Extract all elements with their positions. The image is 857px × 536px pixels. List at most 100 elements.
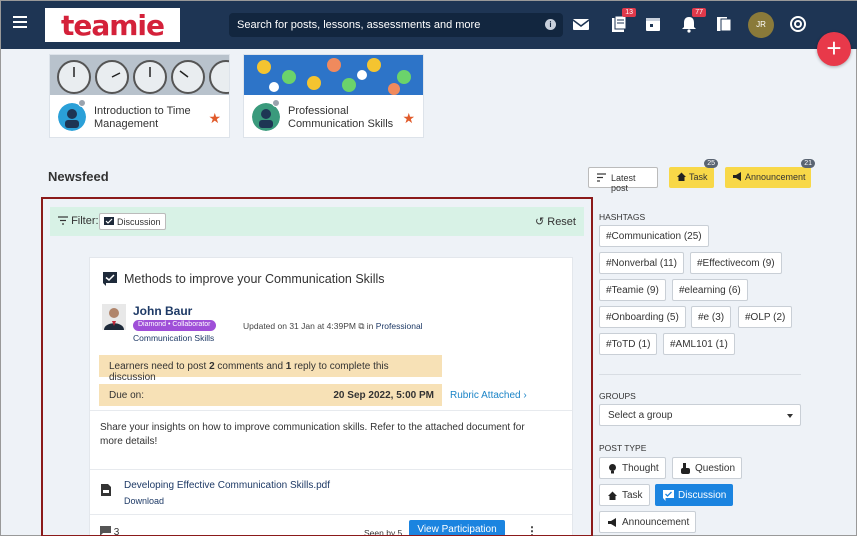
hashtag-chip[interactable]: #AML101 (1) xyxy=(663,333,735,355)
post-type-label: Discussion xyxy=(678,490,727,501)
lessons-badge: 13 xyxy=(622,8,636,17)
rubric-link[interactable]: Rubric Attached › xyxy=(450,390,527,401)
updated-label: Updated on 31 Jan at 4:39PM xyxy=(243,321,356,331)
calendar-icon[interactable] xyxy=(644,15,662,33)
in-text: in xyxy=(366,321,374,331)
task-filter-button[interactable]: Task 25 xyxy=(669,159,718,188)
post-type-thought[interactable]: Thought xyxy=(599,457,666,479)
hashtags-heading: HASHTAGS xyxy=(599,212,646,222)
discussion-icon xyxy=(104,217,114,225)
post-type-label: Thought xyxy=(622,463,659,474)
caret-down-icon xyxy=(787,414,793,418)
download-link[interactable]: Download xyxy=(124,496,164,506)
announcement-label: Announcement xyxy=(745,172,806,182)
post-type-heading: POST TYPE xyxy=(599,443,647,453)
sort-icon xyxy=(597,173,606,182)
announcement-count-badge: 21 xyxy=(801,159,815,168)
role-badge: Diamond • Collaborator xyxy=(133,320,216,331)
menu-icon[interactable] xyxy=(13,16,27,30)
hashtag-chip[interactable]: #ToTD (1) xyxy=(599,333,658,355)
course-title[interactable]: Introduction to Time Management xyxy=(94,105,204,131)
status-dot xyxy=(272,99,280,107)
view-participation-button[interactable]: View Participation xyxy=(409,520,505,535)
filter-label: Filter: xyxy=(58,215,99,227)
req-mid: comments and xyxy=(214,361,286,372)
search-placeholder: Search for posts, lessons, assessments a… xyxy=(237,19,481,31)
course-banner-stopwatches xyxy=(50,55,229,95)
due-date-bar: Due on: 20 Sep 2022, 5:00 PM xyxy=(99,384,442,406)
megaphone-icon xyxy=(608,518,616,527)
home-icon xyxy=(677,172,686,181)
external-link-icon[interactable]: ⧉ xyxy=(358,321,364,331)
lessons-icon[interactable]: 13 xyxy=(610,8,636,33)
post-type-label: Announcement xyxy=(622,517,690,528)
comments-count[interactable]: 3 xyxy=(100,526,120,536)
reset-icon: ↺ xyxy=(534,216,545,228)
divider xyxy=(90,469,572,470)
rubric-label: Rubric Attached xyxy=(450,390,521,401)
post-title[interactable]: Methods to improve your Communication Sk… xyxy=(124,272,385,286)
post-type-announcement[interactable]: Announcement xyxy=(599,511,697,533)
group-link[interactable]: Professional xyxy=(376,321,423,331)
course-card[interactable]: Professional Communication Skills ★ xyxy=(243,54,424,138)
course-avatar xyxy=(58,103,86,131)
divider xyxy=(90,514,572,515)
hashtag-chip[interactable]: #elearning (6) xyxy=(672,279,748,301)
logo-text: teamie xyxy=(60,8,165,42)
post-description: Share your insights on how to improve co… xyxy=(100,422,525,447)
author-avatar[interactable] xyxy=(102,304,126,330)
latest-post-label: Latest post xyxy=(611,173,636,193)
user-avatar[interactable]: JR xyxy=(748,12,774,38)
more-options-icon[interactable]: ⋮ xyxy=(526,524,538,535)
due-date: 20 Sep 2022, 5:00 PM xyxy=(333,390,434,401)
hashtag-chip[interactable]: #Teamie (9) xyxy=(599,279,666,301)
question-hand-icon xyxy=(681,463,690,474)
course-title[interactable]: Professional Communication Skills xyxy=(288,105,403,131)
newsfeed-panel: Filter: Discussion ↺ Reset Methods to im… xyxy=(41,197,593,536)
reset-button[interactable]: ↺ Reset xyxy=(535,215,576,228)
discussion-icon xyxy=(663,490,674,501)
post-type-discussion[interactable]: Discussion xyxy=(655,484,734,506)
attachment-link[interactable]: Developing Effective Communication Skill… xyxy=(124,480,330,491)
post-type-question[interactable]: Question xyxy=(672,457,743,479)
filter-chip-discussion[interactable]: Discussion xyxy=(99,213,166,230)
completion-requirement: Learners need to post 2 comments and 1 r… xyxy=(99,355,442,383)
task-count-badge: 25 xyxy=(704,159,718,168)
logo[interactable]: teamie xyxy=(45,8,180,42)
post-type-label: Question xyxy=(695,463,736,474)
comments-number: 3 xyxy=(113,527,120,536)
comment-icon xyxy=(100,526,111,535)
group-link-continued[interactable]: Communication Skills xyxy=(133,333,214,343)
seen-by[interactable]: Seen by 5 xyxy=(364,528,402,535)
announcement-filter-button[interactable]: Announcement 21 xyxy=(725,159,815,188)
search-input[interactable]: Search for posts, lessons, assessments a… xyxy=(229,13,563,37)
hashtag-chip[interactable]: #e (3) xyxy=(691,306,732,328)
create-post-button[interactable]: + xyxy=(817,32,851,66)
groups-heading: GROUPS xyxy=(599,391,636,401)
post-type-task[interactable]: Task xyxy=(599,484,650,506)
hashtag-chip[interactable]: #Nonverbal (11) xyxy=(599,252,684,274)
updated-text: Updated on 31 Jan at 4:39PM ⧉ in Profess… xyxy=(243,321,423,332)
group-select-value: Select a group xyxy=(608,410,673,421)
hashtag-chip[interactable]: #Communication (25) xyxy=(599,225,709,247)
author-name[interactable]: John Baur xyxy=(133,304,192,318)
help-lifebuoy-icon[interactable] xyxy=(789,15,807,33)
hashtag-chip[interactable]: #Onboarding (5) xyxy=(599,306,686,328)
star-icon[interactable]: ★ xyxy=(208,110,221,127)
hashtag-chip[interactable]: #Effectivecom (9) xyxy=(690,252,782,274)
course-card[interactable]: Introduction to Time Management ★ xyxy=(49,54,230,138)
status-dot xyxy=(78,99,86,107)
divider xyxy=(90,410,572,411)
star-icon[interactable]: ★ xyxy=(402,110,415,127)
hashtag-chip[interactable]: #OLP (2) xyxy=(738,306,793,328)
info-icon[interactable]: i xyxy=(545,19,556,30)
newsfeed-title: Newsfeed xyxy=(48,169,109,184)
req-pre: Learners need to post xyxy=(109,361,210,372)
bell-icon[interactable]: 77 xyxy=(680,8,706,33)
group-select[interactable]: Select a group xyxy=(599,404,801,426)
filter-bar: Filter: Discussion ↺ Reset xyxy=(50,207,584,236)
mail-icon[interactable] xyxy=(572,15,590,33)
books-icon[interactable] xyxy=(715,15,733,33)
due-label: Due on: xyxy=(109,390,145,401)
sort-latest-post-button[interactable]: Latest post xyxy=(588,167,658,193)
